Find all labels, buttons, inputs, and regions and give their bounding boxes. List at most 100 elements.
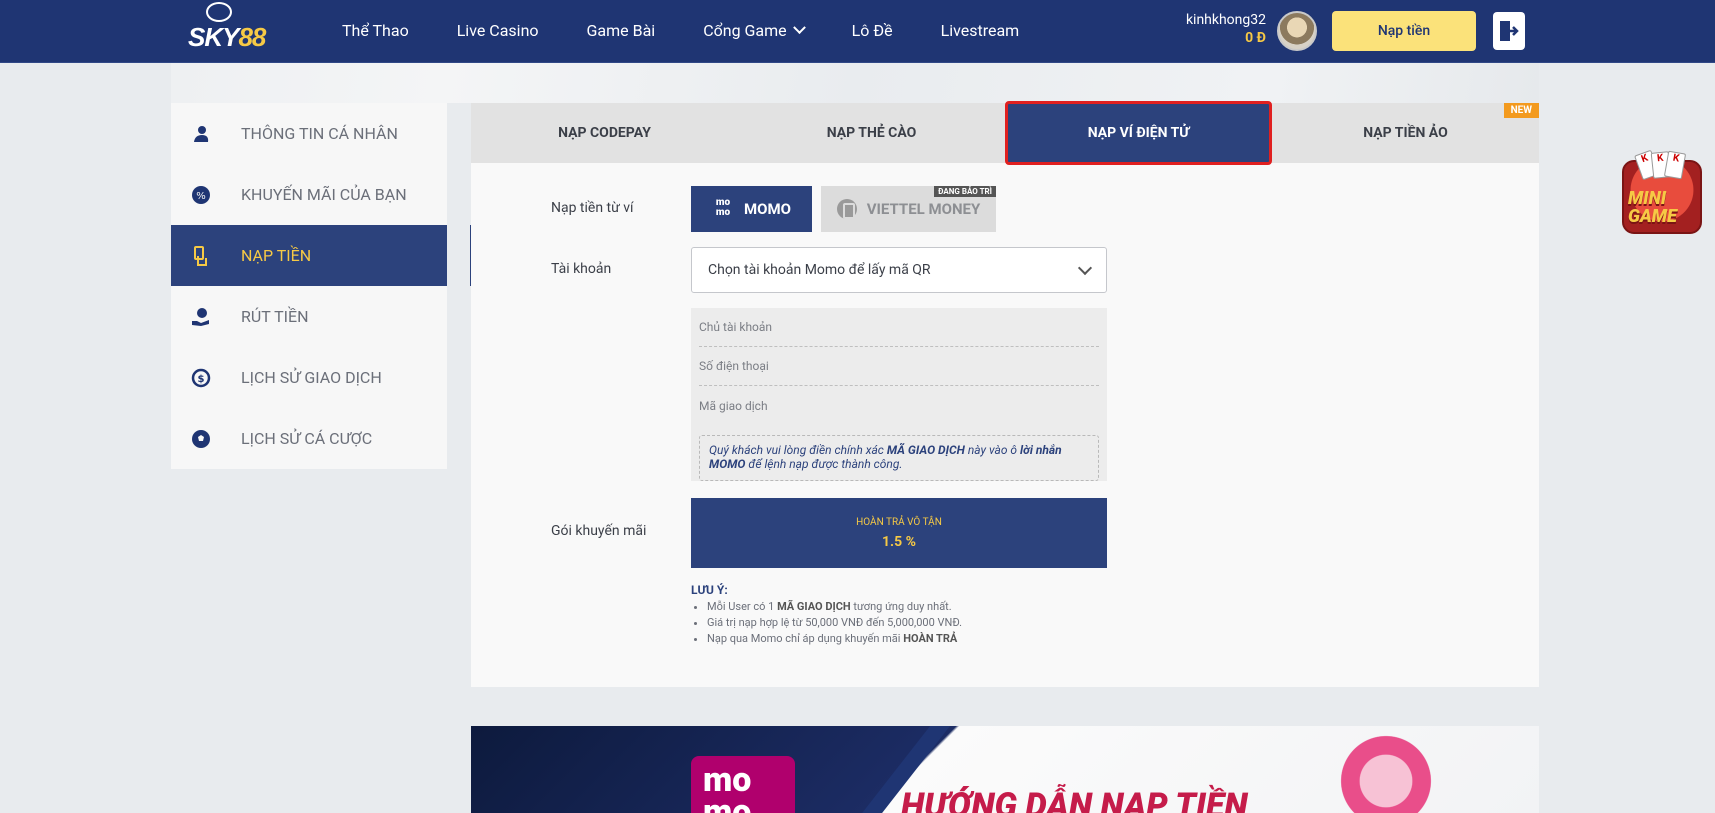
tab-label: NẠP TIỀN ẢO — [1363, 125, 1448, 141]
note-item-text: Giá trị nạp hợp lệ từ 50,000 VNĐ đến 5,0… — [707, 616, 963, 629]
nav-item-livestream[interactable]: Livestream — [941, 19, 1020, 41]
logo-ball-icon — [206, 2, 232, 22]
banner-momo-logo: mo mo — [691, 756, 795, 813]
momo-wallet-button[interactable]: mo mo MOMO — [691, 186, 812, 232]
logo-text: SKY — [188, 22, 239, 52]
nav-item-label: Game Bài — [586, 20, 656, 40]
tab-codepay[interactable]: NẠP CODEPAY — [471, 103, 738, 163]
main-nav: Thể Thao Live Casino Game Bài Cổng Game … — [342, 19, 1067, 41]
deposit-panel: NẠP CODEPAY NẠP THẺ CÀO NẠP VÍ ĐIỆN TỬ N… — [471, 101, 1539, 687]
soccer-ball-icon — [191, 429, 211, 449]
sidebar-item-deposit[interactable]: NẠP TIỀN — [171, 225, 447, 286]
account-info-box: Chủ tài khoản Số điện thoại Mã giao dịch… — [691, 308, 1107, 481]
list-item: Giá trị nạp hợp lệ từ 50,000 VNĐ đến 5,0… — [707, 615, 962, 631]
minigame-text-line2: GAME — [1628, 206, 1677, 227]
logout-button[interactable] — [1493, 12, 1525, 50]
note-text: để lệnh nạp được thành công. — [745, 457, 903, 471]
sidebar-item-label: LỊCH SỬ CÁ CƯỢC — [241, 429, 373, 448]
maintenance-badge: ĐANG BẢO TRÌ — [934, 186, 996, 197]
svg-text:$: $ — [198, 374, 205, 385]
notes-section: LƯU Ý: Mỗi User có 1 MÃ GIAO DỊCH tương … — [691, 583, 962, 647]
sidebar-item-label: THÔNG TIN CÁ NHÂN — [241, 124, 398, 143]
phone-number-label: Số điện thoại — [699, 359, 769, 373]
decorative-band — [171, 63, 1539, 103]
avatar[interactable] — [1277, 11, 1317, 51]
phone-number-field: Số điện thoại — [699, 347, 1099, 386]
note-bold: MÃ GIAO DỊCH — [886, 443, 965, 457]
dollar-history-icon: $ — [191, 368, 211, 388]
playing-cards-icon: K K K — [1630, 148, 1694, 188]
momo-logo-icon: mo mo — [715, 197, 731, 218]
notes-list: Mỗi User có 1 MÃ GIAO DỊCH tương ứng duy… — [691, 599, 962, 647]
nav-item-the-thao[interactable]: Thể Thao — [342, 19, 409, 41]
sidebar-item-personal-info[interactable]: THÔNG TIN CÁ NHÂN — [171, 103, 447, 164]
nav-item-cong-game[interactable]: Cổng Game — [703, 19, 806, 41]
account-sidebar: THÔNG TIN CÁ NHÂN % KHUYẾN MÃI CỦA BẠN N… — [171, 103, 447, 469]
sidebar-item-withdraw[interactable]: RÚT TIỀN — [171, 286, 447, 347]
top-header: SKY88 Thể Thao Live Casino Game Bài Cổng… — [0, 0, 1715, 63]
banner-title: HƯỚNG DẪN NẠP TIỀN — [901, 786, 1248, 813]
sidebar-item-bet-history[interactable]: LỊCH SỬ CÁ CƯỢC — [171, 408, 447, 469]
nav-item-game-bai[interactable]: Game Bài — [587, 19, 656, 41]
nav-item-live-casino[interactable]: Live Casino — [457, 19, 539, 41]
user-info: kinhkhong32 0 Đ — [1186, 12, 1266, 46]
transaction-code-note: Quý khách vui lòng điền chính xác MÃ GIA… — [699, 435, 1099, 481]
sidebar-item-label: RÚT TIỀN — [241, 307, 309, 326]
tab-label: NẠP VÍ ĐIỆN TỬ — [1087, 125, 1190, 141]
chevron-down-icon — [792, 20, 806, 34]
new-badge: NEW — [1503, 103, 1539, 118]
promo-value: 1.5 % — [882, 533, 916, 550]
nav-item-label: Thể Thao — [342, 20, 409, 40]
momo-guide-banner[interactable]: mo mo HƯỚNG DẪN NẠP TIỀN — [471, 726, 1539, 813]
user-icon — [191, 124, 211, 144]
transaction-code-field: Mã giao dịch — [699, 386, 1099, 425]
phone-icon — [836, 199, 857, 219]
deposit-tabs: NẠP CODEPAY NẠP THẺ CÀO NẠP VÍ ĐIỆN TỬ N… — [471, 101, 1539, 165]
account-select[interactable]: Chọn tài khoản Momo để lấy mã QR — [691, 247, 1107, 293]
withdraw-hand-icon — [191, 307, 211, 327]
sidebar-item-label: LỊCH SỬ GIAO DỊCH — [241, 368, 382, 387]
account-select-value: Chọn tài khoản Momo để lấy mã QR — [708, 262, 931, 278]
logo-number: 88 — [238, 22, 266, 52]
deposit-button[interactable]: Nạp tiền — [1332, 11, 1476, 51]
sidebar-item-label: NẠP TIỀN — [241, 246, 312, 265]
nav-item-label: Livestream — [940, 20, 1020, 40]
username: kinhkhong32 — [1185, 12, 1266, 28]
account-owner-field: Chủ tài khoản — [699, 308, 1099, 347]
list-item: Nạp qua Momo chỉ áp dụng khuyến mãi HOÀN… — [707, 631, 962, 647]
tab-scratch-card[interactable]: NẠP THẺ CÀO — [738, 103, 1005, 163]
tab-e-wallet[interactable]: NẠP VÍ ĐIỆN TỬ — [1005, 101, 1272, 165]
chevron-down-icon — [1077, 260, 1093, 276]
note-item-text: Mỗi User có 1 — [707, 600, 778, 613]
logout-icon — [1500, 21, 1519, 41]
note-text: Quý khách vui lòng điền chính xác — [709, 443, 887, 457]
sidebar-item-label: KHUYẾN MÃI CỦA BẠN — [241, 185, 407, 204]
nav-item-label: Cổng Game — [703, 20, 787, 40]
notes-title: LƯU Ý: — [691, 583, 728, 597]
nav-item-lo-de[interactable]: Lô Đề — [852, 19, 893, 41]
nav-item-label: Lô Đề — [851, 20, 893, 40]
promo-badge-icon: % — [191, 185, 211, 205]
list-item: Mỗi User có 1 MÃ GIAO DỊCH tương ứng duy… — [707, 599, 962, 615]
promo-package-card[interactable]: HOÀN TRẢ VÔ TẬN 1.5 % — [691, 498, 1107, 568]
wallet-label-viettel: VIETTEL MONEY — [866, 200, 981, 218]
nav-item-label: Live Casino — [456, 20, 539, 40]
promo-label: Gói khuyến mãi — [551, 523, 647, 539]
note-item-bold: HOÀN TRẢ — [903, 632, 958, 645]
tab-label: NẠP CODEPAY — [558, 125, 651, 141]
minigame-launcher[interactable]: K K K MINI GAME — [1620, 148, 1704, 238]
transaction-code-label: Mã giao dịch — [699, 398, 768, 413]
sidebar-item-your-promotions[interactable]: % KHUYẾN MÃI CỦA BẠN — [171, 164, 447, 225]
wallet-label: Nạp tiền từ ví — [551, 200, 634, 216]
note-item-text: tương ứng duy nhất. — [850, 600, 952, 613]
note-text: này vào ô — [964, 443, 1021, 457]
viettel-money-button[interactable]: VIETTEL MONEY ĐANG BẢO TRÌ — [821, 186, 996, 232]
account-owner-label: Chủ tài khoản — [699, 320, 773, 334]
minigame-text: MINI GAME — [1628, 190, 1677, 226]
sidebar-item-transaction-history[interactable]: $ LỊCH SỬ GIAO DỊCH — [171, 347, 447, 408]
promo-title: HOÀN TRẢ VÔ TẬN — [856, 516, 942, 528]
svg-text:%: % — [196, 191, 206, 202]
tab-crypto[interactable]: NẠP TIỀN ẢO NEW — [1272, 103, 1539, 163]
sky88-logo[interactable]: SKY88 — [184, 0, 266, 62]
wallet-label-momo: MOMO — [744, 200, 791, 218]
